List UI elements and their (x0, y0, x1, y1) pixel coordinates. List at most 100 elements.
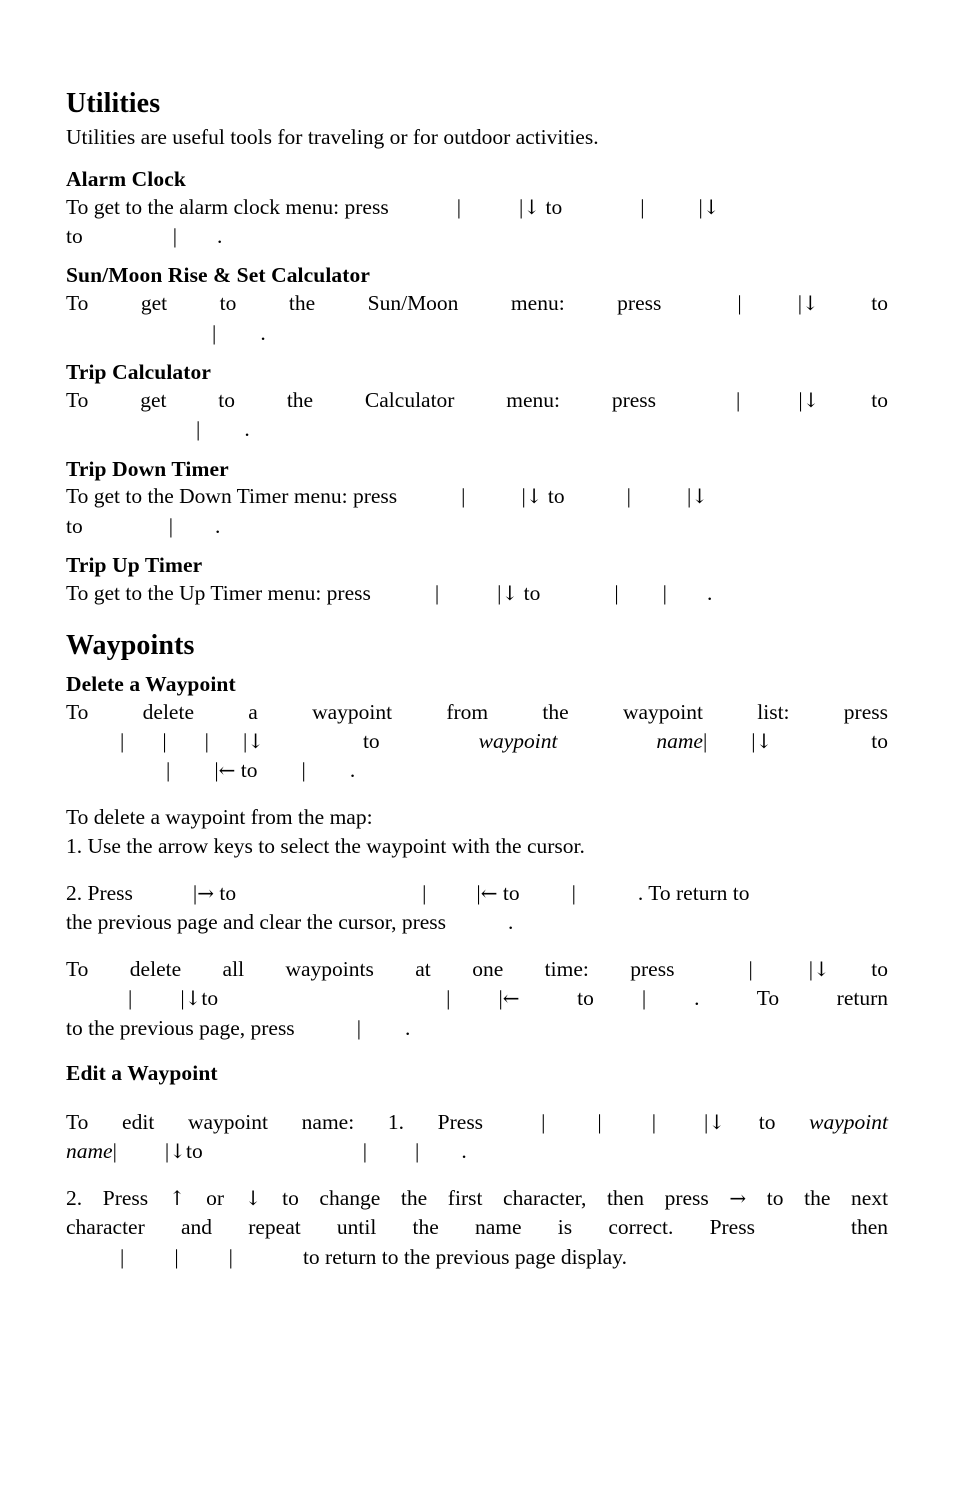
edit-step2-next: to the next (766, 1185, 889, 1210)
delete-all-mid: . To return (694, 986, 888, 1011)
period: . (508, 910, 514, 935)
edit-step2-line-2: character and repeat until the name is c… (66, 1213, 888, 1242)
edit-waypoint-lead: To edit waypoint name: 1. Press (66, 1109, 484, 1134)
paragraph-alarm-clock: To get to the alarm clock menu: press | … (66, 193, 888, 252)
period: . (215, 513, 221, 538)
key-placeholder (66, 727, 120, 756)
alarm-clock-lead: To get to the alarm clock menu: press (66, 194, 389, 219)
key-placeholder (233, 1243, 303, 1272)
arrow-down-icon: ↓ (802, 387, 820, 412)
arrow-down-icon: ↓ (802, 291, 819, 316)
heading-delete-a-waypoint: Delete a Waypoint (66, 671, 236, 696)
sun-moon-line-2: | . (66, 319, 888, 348)
paragraph-delete-all-waypoints: To delete all waypoints at one time: pre… (66, 955, 888, 1043)
delete-waypoint-line-2: | | | |↓ to waypoint name| |↓ to (66, 727, 888, 756)
trip-calculator-line-1: To get to the Calculator menu: press | |… (66, 386, 888, 415)
waypoint-name-italic: waypoint name (478, 729, 703, 754)
word-to: to (240, 758, 258, 783)
key-placeholder (520, 879, 572, 908)
key-placeholder (631, 482, 687, 511)
key-placeholder (594, 984, 642, 1013)
paragraph-trip-down-timer: To get to the Down Timer menu: press | |… (66, 482, 888, 541)
key-placeholder (66, 1243, 120, 1272)
heading-alarm-clock: Alarm Clock (66, 166, 186, 191)
arrow-down-icon: ↓ (523, 194, 541, 219)
word-to: to (185, 1139, 203, 1164)
arrow-down-icon: ↓ (691, 484, 709, 509)
key-placeholder (562, 193, 640, 222)
up-timer-lead: To get to the Up Timer menu: press (66, 581, 371, 606)
heading-edit-a-waypoint: Edit a Waypoint (66, 1061, 218, 1086)
name-italic: name (66, 1139, 113, 1164)
key-placeholder (167, 727, 205, 756)
delete-waypoint-lead: To delete a waypoint from the waypoint l… (66, 699, 888, 724)
word-to: to (871, 956, 888, 981)
key-placeholder (258, 756, 302, 785)
key-placeholder (173, 512, 215, 541)
paragraph-delete-from-map: To delete a waypoint from the map: 1. Us… (66, 803, 888, 862)
key-placeholder (645, 193, 699, 222)
edit-step2-mid: to change the first character, then pres… (282, 1185, 709, 1210)
key-placeholder (133, 879, 193, 908)
arrow-left-icon: ← (502, 986, 520, 1011)
key-placeholder (426, 879, 476, 908)
key-placeholder (200, 415, 244, 444)
period: . (706, 581, 713, 606)
paragraph-delete-from-map-step2: 2. Press |→ to | |← to | . To return to … (66, 879, 888, 938)
key-placeholder (124, 1243, 174, 1272)
key-placeholder (209, 727, 243, 756)
period: . (244, 417, 250, 442)
heading-trip-calculator: Trip Calculator (66, 360, 212, 385)
key-placeholder (742, 289, 798, 318)
down-timer-lead: To get to the Down Timer menu: press (66, 484, 398, 509)
arrow-left-icon: ← (480, 880, 498, 905)
key-placeholder (707, 727, 751, 756)
word-to: to (523, 581, 541, 606)
word-to: to (362, 729, 380, 754)
key-placeholder (540, 579, 614, 608)
word-to: to (545, 194, 563, 219)
word-to: to (66, 513, 83, 538)
key-placeholder (602, 1108, 652, 1137)
step2-mid: . To return to (637, 880, 750, 905)
word-to: to (871, 291, 888, 316)
delete-waypoint-line-3: | |← to | . (66, 756, 888, 785)
key-placeholder (419, 1137, 461, 1166)
key-placeholder (545, 1108, 597, 1137)
key-placeholder (170, 756, 214, 785)
page-title-utilities: Utilities (66, 88, 161, 119)
arrow-down-icon: ↓ (244, 1185, 262, 1210)
word-to: to (66, 223, 83, 248)
word-to: to (758, 1109, 776, 1134)
arrow-down-icon: ↓ (702, 194, 720, 219)
waypoint-italic: waypoint (809, 1109, 888, 1134)
key-placeholder (619, 579, 663, 608)
key-placeholder (83, 222, 173, 251)
arrow-down-icon: ↓ (247, 729, 265, 754)
key-placeholder (66, 756, 166, 785)
key-placeholder (306, 756, 350, 785)
arrow-down-icon: ↓ (708, 1109, 726, 1134)
key-placeholder (177, 222, 217, 251)
document-page: Utilities Utilities are useful tools for… (0, 0, 954, 1487)
page-title-waypoints: Waypoints (66, 630, 195, 662)
key-placeholder (124, 727, 162, 756)
period: . (349, 758, 356, 783)
key-placeholder (755, 1213, 851, 1242)
key-placeholder (361, 1014, 405, 1043)
word-to: to (577, 986, 594, 1011)
key-placeholder (66, 319, 212, 348)
key-placeholder (83, 512, 169, 541)
sun-moon-line-1: To get to the Sun/Moon menu: press | |↓ … (66, 289, 888, 318)
edit-step2-lead: 2. Press (66, 1185, 149, 1210)
arrow-down-icon: ↓ (169, 1139, 186, 1164)
key-placeholder (203, 1137, 363, 1166)
arrow-down-icon: ↓ (501, 581, 519, 606)
key-placeholder (465, 482, 521, 511)
key-placeholder (367, 1137, 415, 1166)
word-to: to (871, 387, 888, 412)
arrow-down-icon: ↓ (525, 484, 543, 509)
heading-trip-down-timer: Trip Down Timer (66, 456, 229, 481)
arrow-down-icon: ↓ (813, 956, 830, 981)
key-placeholder (646, 984, 694, 1013)
